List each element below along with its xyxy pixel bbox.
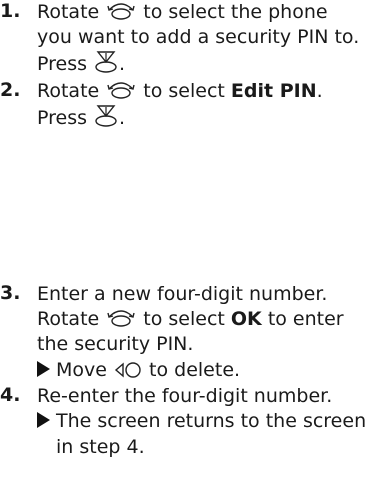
step-line: Press . xyxy=(37,50,125,81)
menu-item-edit-pin: Edit PIN xyxy=(230,80,317,102)
triangle-bullet-icon xyxy=(37,412,50,428)
step-line: Re-enter the four-digit number. xyxy=(37,384,332,409)
menu-item-ok: OK xyxy=(230,308,262,330)
step-line: in step 4. xyxy=(56,435,145,460)
step-number: 3. xyxy=(0,282,21,304)
step-text: to select the phone xyxy=(137,1,328,23)
step-number: 4. xyxy=(0,384,21,406)
step-text: The screen returns to the screen xyxy=(56,410,367,432)
step-text: in step 4. xyxy=(56,436,145,458)
step-text: . xyxy=(119,107,126,129)
step-text: . xyxy=(119,53,126,75)
step-text: to select xyxy=(137,80,231,102)
step-text: to select xyxy=(137,308,231,330)
step-text: Enter a new four-digit number. xyxy=(37,283,328,305)
step-number: 1. xyxy=(0,0,21,22)
step-text: Rotate xyxy=(37,1,106,23)
step-text: Rotate xyxy=(37,308,106,330)
interface-dial-press-icon xyxy=(93,104,119,135)
step-line: Move to delete. xyxy=(37,358,240,387)
step-text: to enter xyxy=(261,308,344,330)
step-text: you want to add a security PIN to. xyxy=(37,26,360,48)
step-text: Re-enter the four-digit number. xyxy=(37,385,333,407)
step-text: Press xyxy=(37,107,94,129)
step-line: you want to add a security PIN to. xyxy=(37,25,359,50)
step-text: . xyxy=(316,80,323,102)
step-line: The screen returns to the screen xyxy=(37,409,366,434)
step-line: Press . xyxy=(37,104,125,135)
step-number: 2. xyxy=(0,79,21,101)
step-text: Press xyxy=(37,53,94,75)
step-text: to delete. xyxy=(143,359,241,381)
step-text: Rotate xyxy=(37,80,106,102)
interface-dial-move-left-icon xyxy=(113,360,143,387)
step-text: Move xyxy=(56,359,113,381)
step-text: the security PIN. xyxy=(37,333,194,355)
triangle-bullet-icon xyxy=(37,361,50,377)
interface-dial-press-icon xyxy=(93,50,119,81)
step-line: the security PIN. xyxy=(37,332,193,357)
step-line: Enter a new four-digit number. xyxy=(37,282,327,307)
